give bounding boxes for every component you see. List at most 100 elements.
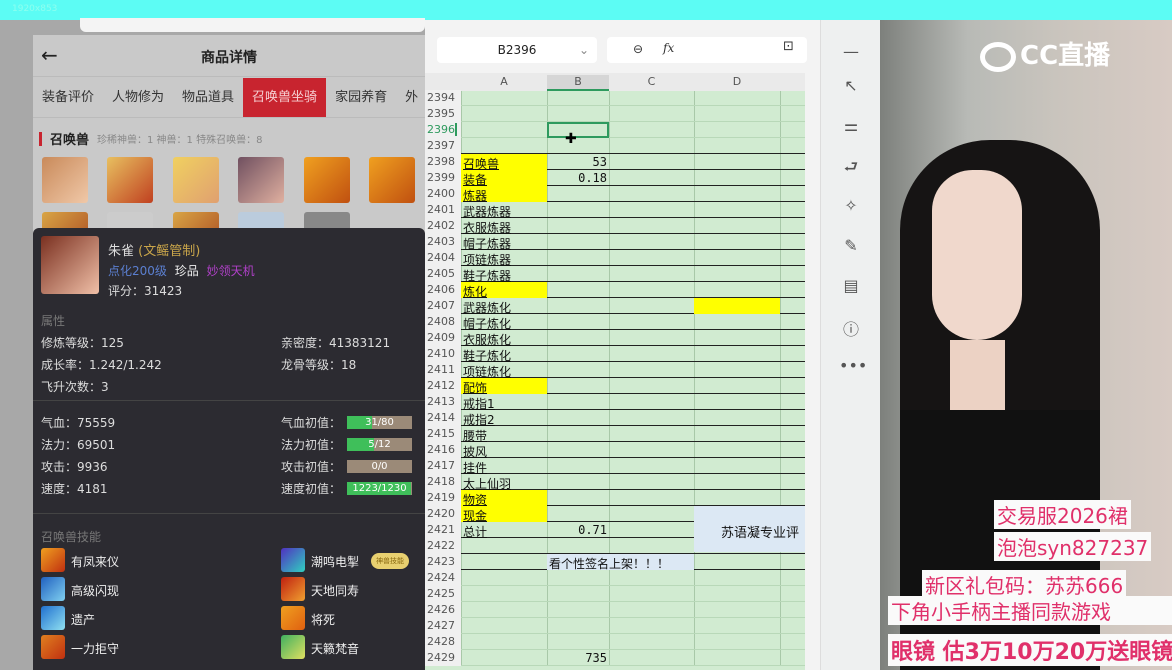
skill-name[interactable]: 高级闪现 — [71, 582, 119, 599]
row-number[interactable]: 2396 — [427, 123, 457, 136]
cell-a[interactable]: 戒指1 — [463, 395, 495, 412]
cell-b[interactable]: 53 — [547, 155, 607, 169]
tab-character[interactable]: 人物修为 — [103, 78, 173, 117]
merged-note-text[interactable]: 看个性签名上架！！！ — [549, 555, 669, 572]
row-number[interactable]: 2426 — [427, 603, 455, 616]
draw-icon[interactable]: ✎ — [839, 236, 863, 255]
row-number[interactable]: 2394 — [427, 91, 455, 104]
skill-name[interactable]: 天地同寿 — [311, 582, 359, 599]
magic-wand-icon[interactable]: ✧ — [839, 196, 863, 215]
row-number[interactable]: 2404 — [427, 251, 455, 264]
pet-thumbnail[interactable] — [173, 157, 219, 203]
cell-a[interactable]: 武器炼器 — [463, 203, 511, 220]
skill-icon[interactable] — [281, 577, 305, 601]
row-number[interactable]: 2405 — [427, 267, 455, 280]
cell-a[interactable]: 帽子炼器 — [463, 235, 511, 252]
row-number[interactable]: 2400 — [427, 187, 455, 200]
cell-a[interactable]: 项链炼器 — [463, 251, 511, 268]
minimize-icon[interactable]: — — [839, 42, 863, 61]
row-number[interactable]: 2418 — [427, 475, 455, 488]
cell-a[interactable]: 炼器 — [463, 187, 487, 204]
row-number[interactable]: 2407 — [427, 299, 455, 312]
cell-a[interactable]: 戒指2 — [463, 411, 495, 428]
row-number[interactable]: 2401 — [427, 203, 455, 216]
name-box[interactable]: B2396 ⌄ — [437, 37, 597, 63]
cell-b[interactable]: 0.18 — [547, 171, 607, 185]
settings-sliders-icon[interactable]: ⚌ — [839, 116, 863, 135]
row-number[interactable]: 2424 — [427, 571, 455, 584]
tab-pets-mounts[interactable]: 召唤兽坐骑 — [243, 78, 327, 117]
help-icon[interactable]: ⓘ — [839, 316, 863, 340]
skill-name[interactable]: 遗产 — [71, 611, 95, 628]
skill-icon[interactable] — [41, 548, 65, 572]
pet-thumbnail[interactable] — [304, 157, 350, 203]
skill-icon[interactable] — [281, 635, 305, 659]
row-number[interactable]: 2422 — [427, 539, 455, 552]
row-number[interactable]: 2428 — [427, 635, 455, 648]
cell-b[interactable]: 735 — [547, 651, 607, 665]
cell-a[interactable]: 衣服炼化 — [463, 331, 511, 348]
pet-thumbnail[interactable] — [107, 157, 153, 203]
skill-name[interactable]: 天籁梵音 — [311, 640, 359, 657]
row-number[interactable]: 2427 — [427, 619, 455, 632]
tab-appearance[interactable]: 外 — [396, 78, 425, 117]
tab-home[interactable]: 家园养育 — [326, 78, 396, 117]
cell-a[interactable]: 鞋子炼化 — [463, 347, 511, 364]
function-icon[interactable]: fx — [663, 41, 674, 55]
column-header[interactable]: D — [694, 75, 780, 88]
row-number[interactable]: 2409 — [427, 331, 455, 344]
address-bar[interactable] — [80, 18, 425, 32]
sheet-grid[interactable]: A B C D 2394 2395 2396 2397 2398 召唤兽 53 2399 装备 0.18 2… — [425, 73, 805, 670]
row-number[interactable]: 2417 — [427, 459, 455, 472]
skill-icon[interactable] — [41, 606, 65, 630]
row-number[interactable]: 2415 — [427, 427, 455, 440]
tab-items[interactable]: 物品道具 — [173, 78, 243, 117]
row-number[interactable]: 2410 — [427, 347, 455, 360]
formula-bar[interactable]: ⊖ fx ⊡ — [607, 37, 807, 63]
column-header[interactable]: B — [547, 75, 609, 91]
row-number[interactable]: 2412 — [427, 379, 455, 392]
row-number[interactable]: 2406 — [427, 283, 455, 296]
column-header[interactable]: A — [461, 75, 547, 88]
skill-icon[interactable] — [281, 548, 305, 572]
formula-expand-icon[interactable]: ⊡ — [783, 39, 794, 54]
row-number[interactable]: 2429 — [427, 651, 455, 664]
transform-icon[interactable]: ⮐ — [839, 156, 863, 183]
pet-thumbnail[interactable] — [238, 157, 284, 203]
skill-name[interactable]: 潮鸣电掣 — [311, 553, 359, 570]
skill-icon[interactable] — [41, 635, 65, 659]
more-icon[interactable]: ••• — [839, 356, 867, 375]
row-number[interactable]: 2398 — [427, 155, 455, 168]
zoom-icon[interactable]: ⊖ — [633, 42, 643, 56]
row-number[interactable]: 2414 — [427, 411, 455, 424]
chevron-down-icon[interactable]: ⌄ — [579, 37, 589, 63]
row-number[interactable]: 2423 — [427, 555, 455, 568]
skill-name[interactable]: 将死 — [311, 611, 335, 628]
cell-a[interactable]: 披风 — [463, 443, 487, 460]
row-number[interactable]: 2397 — [427, 139, 455, 152]
row-number[interactable]: 2411 — [427, 363, 455, 376]
row-number[interactable]: 2421 — [427, 523, 455, 536]
skill-name[interactable]: 一力拒守 — [71, 640, 119, 657]
book-search-icon[interactable]: ▤ — [839, 276, 863, 295]
skill-icon[interactable] — [281, 606, 305, 630]
cell-a[interactable]: 武器炼化 — [463, 299, 511, 316]
cell-a[interactable]: 配饰 — [463, 379, 487, 396]
skill-name[interactable]: 有凤来仪 — [71, 553, 119, 570]
cell-a[interactable]: 衣服炼器 — [463, 219, 511, 236]
cell-b[interactable]: 0.71 — [547, 523, 607, 537]
pet-thumbnail[interactable] — [369, 157, 415, 203]
cell-a[interactable]: 总计 — [463, 523, 487, 540]
cell-a[interactable]: 现金 — [463, 507, 487, 524]
cell-a[interactable]: 炼化 — [463, 283, 487, 300]
row-number[interactable]: 2416 — [427, 443, 455, 456]
row-number[interactable]: 2419 — [427, 491, 455, 504]
row-number[interactable]: 2413 — [427, 395, 455, 408]
row-number[interactable]: 2408 — [427, 315, 455, 328]
cell-a[interactable]: 挂件 — [463, 459, 487, 476]
row-number[interactable]: 2399 — [427, 171, 455, 184]
cursor-icon[interactable]: ↖ — [839, 76, 863, 95]
skill-icon[interactable] — [41, 577, 65, 601]
cell-a[interactable]: 帽子炼化 — [463, 315, 511, 332]
row-number[interactable]: 2425 — [427, 587, 455, 600]
